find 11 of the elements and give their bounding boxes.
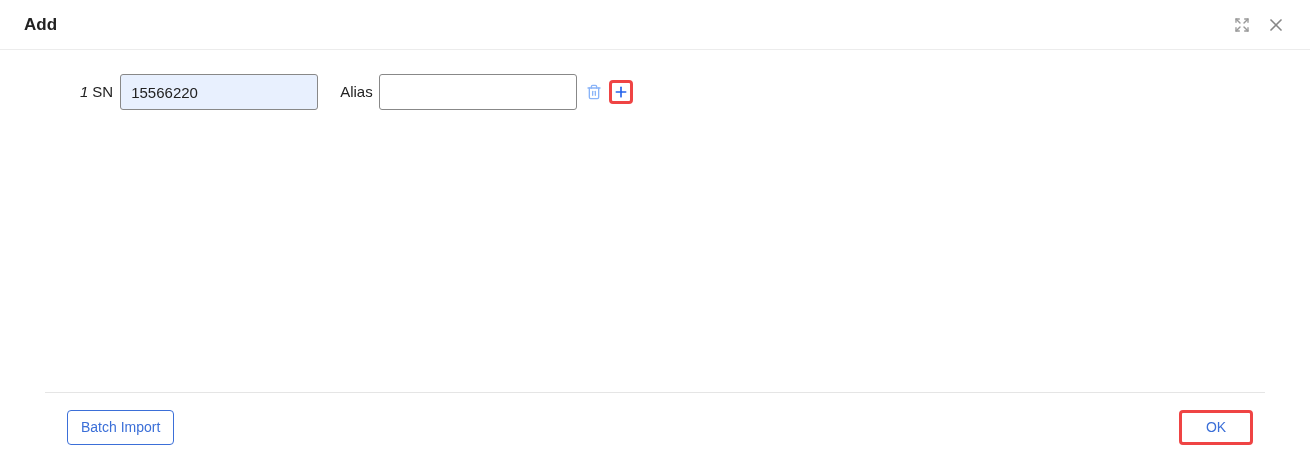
expand-icon[interactable] xyxy=(1234,16,1250,33)
add-button[interactable] xyxy=(608,80,633,104)
alias-field[interactable] xyxy=(378,74,577,110)
sn-label: SN xyxy=(92,81,114,102)
dialog-title: Add xyxy=(24,13,58,36)
alias-label: Alias xyxy=(340,81,373,102)
delete-icon[interactable] xyxy=(585,84,602,100)
sn-field[interactable]: 15566220 xyxy=(120,74,319,110)
row-number: 1 xyxy=(80,81,89,102)
import-button[interactable]: Batch Import xyxy=(67,410,175,445)
ok-button[interactable]: OK xyxy=(1179,410,1253,445)
